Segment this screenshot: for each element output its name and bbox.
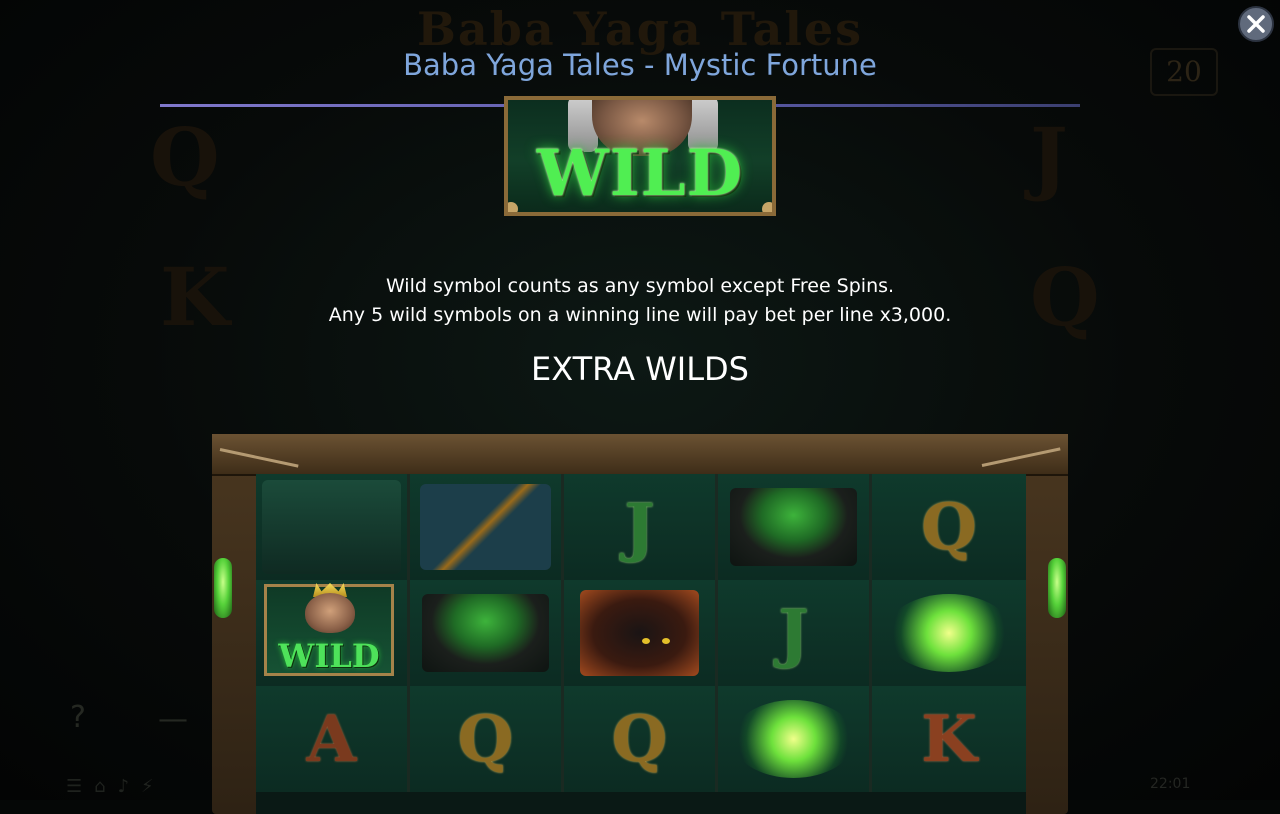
reel-cell	[410, 580, 564, 686]
reel-cell: Q	[410, 686, 564, 792]
background-clock: 22:01	[1150, 776, 1191, 792]
reel-cell: WILD	[256, 580, 410, 686]
cauldron-symbol	[730, 488, 857, 566]
k-symbol: K	[921, 701, 977, 777]
j-symbol: J	[778, 595, 809, 671]
green-torch-left	[214, 558, 232, 618]
reel-cell: J	[718, 580, 872, 686]
reel-cell	[718, 686, 872, 792]
reel-cell	[564, 580, 718, 686]
cauldron-symbol	[422, 594, 549, 672]
reel-cell	[718, 474, 872, 580]
section-heading-extra-wilds: EXTRA WILDS	[531, 350, 749, 388]
reels-frame: J Q WILD J A Q Q K	[212, 434, 1068, 814]
wild-description-line: Any 5 wild symbols on a winning line wil…	[328, 304, 952, 326]
q-symbol: Q	[921, 489, 977, 565]
forest-symbol	[262, 480, 401, 574]
reel-cell	[256, 474, 410, 580]
wild-symbol-image: WILD	[504, 96, 776, 216]
close-icon	[1247, 15, 1265, 33]
reel-cell: K	[872, 686, 1026, 792]
reel-cell: J	[564, 474, 718, 580]
wild-symbol-reel: WILD	[264, 583, 394, 676]
q-symbol: Q	[611, 701, 668, 777]
q-symbol: Q	[457, 701, 514, 777]
magic-sparkle-effect	[886, 594, 1012, 672]
background-menu-icons: ☰⌂♪⚡	[66, 776, 166, 797]
wild-reel-label: WILD	[278, 637, 380, 675]
wild-description: Wild symbol counts as any symbol except …	[0, 272, 1280, 330]
broom-symbol	[420, 484, 551, 570]
background-symbol-q: Q	[150, 110, 220, 204]
wild-label: WILD	[536, 136, 744, 211]
j-symbol: J	[624, 489, 655, 565]
magic-sparkle-effect	[732, 700, 855, 778]
background-minus-icon: —	[158, 702, 188, 737]
close-button[interactable]	[1238, 6, 1274, 42]
reel-cell: A	[256, 686, 410, 792]
reel-cell: Q	[564, 686, 718, 792]
green-torch-right	[1048, 558, 1066, 618]
reels-grid: J Q WILD J A Q Q K	[256, 474, 1026, 814]
reel-cell: Q	[872, 474, 1026, 580]
black-cat-symbol	[580, 590, 699, 676]
wild-witch-face	[305, 593, 355, 633]
page-title: Baba Yaga Tales - Mystic Fortune	[403, 48, 877, 82]
reels-frame-top-plank	[212, 434, 1068, 476]
background-symbol-j: J	[1030, 110, 1068, 204]
wild-description-line: Wild symbol counts as any symbol except …	[385, 275, 895, 297]
cat-eyes	[642, 638, 650, 644]
reel-cell	[410, 474, 564, 580]
background-help-icon: ?	[70, 700, 86, 735]
reel-cell	[872, 580, 1026, 686]
a-symbol: A	[306, 701, 357, 777]
